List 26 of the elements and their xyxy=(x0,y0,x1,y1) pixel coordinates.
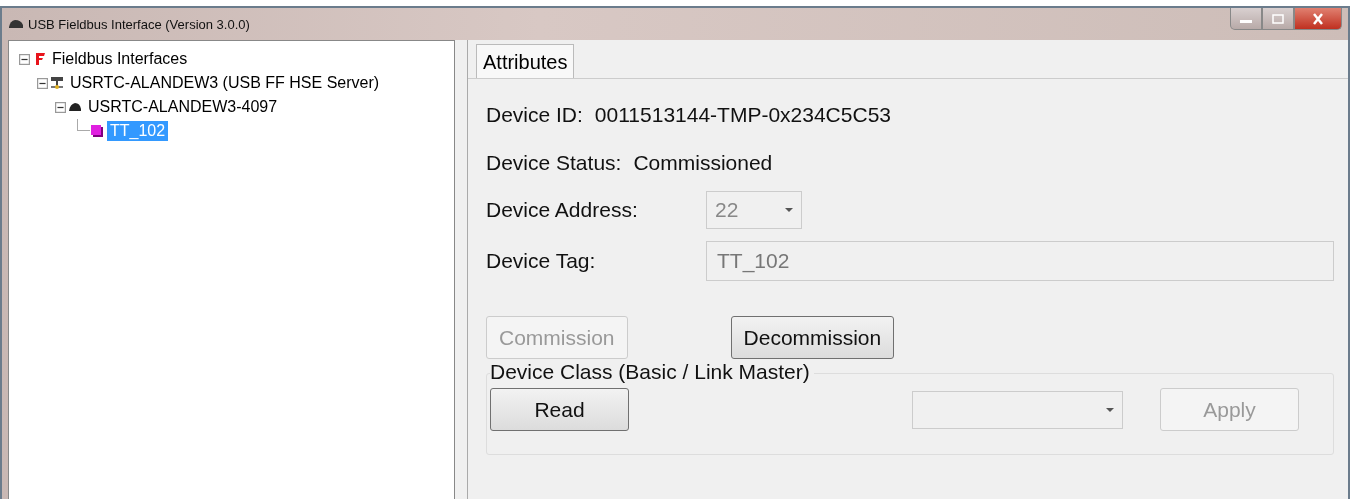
decommission-button[interactable]: Decommission xyxy=(730,316,895,359)
block-icon xyxy=(90,124,104,138)
server-icon xyxy=(50,76,64,90)
close-button[interactable] xyxy=(1294,8,1342,30)
window-title: USB Fieldbus Interface (Version 3.0.0) xyxy=(28,16,250,32)
device-address-label: Device Address: xyxy=(486,198,639,222)
maximize-button[interactable] xyxy=(1262,8,1294,30)
device-status-label: Device Status: xyxy=(486,151,622,175)
app-icon xyxy=(8,18,24,30)
device-tag-label: Device Tag: xyxy=(486,249,597,273)
device-status-value: Commissioned xyxy=(633,151,773,175)
tree-item[interactable]: USRTC-ALANDEW3 (USB FF HSE Server) xyxy=(67,73,383,93)
collapse-toggle[interactable] xyxy=(37,77,48,89)
tree-item[interactable]: Fieldbus Interfaces xyxy=(49,49,191,69)
caret-icon xyxy=(785,208,793,212)
device-id-value: 0011513144-TMP-0x234C5C53 xyxy=(594,103,891,127)
tree-item[interactable]: USRTC-ALANDEW3-4097 xyxy=(85,97,281,117)
tab[interactable]: Attributes xyxy=(476,44,575,78)
minimize-icon xyxy=(1240,20,1252,23)
collapse-toggle[interactable] xyxy=(19,53,30,65)
device-icon xyxy=(68,100,82,114)
read-button[interactable]: Read xyxy=(490,388,629,431)
minimize-button[interactable] xyxy=(1230,8,1262,30)
device-id-label: Device ID: xyxy=(486,103,583,127)
collapse-toggle[interactable] xyxy=(55,101,66,113)
caret-icon xyxy=(1106,407,1114,412)
